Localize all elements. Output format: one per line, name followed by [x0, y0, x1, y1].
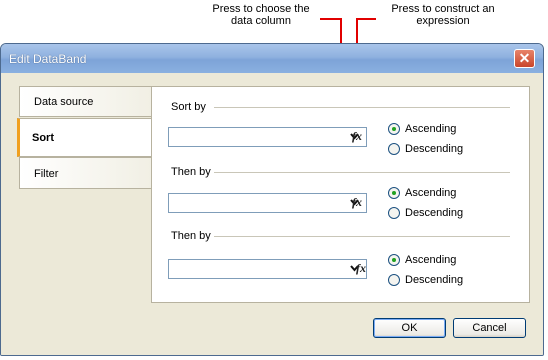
radio-button[interactable]	[388, 207, 400, 219]
radio-label: Descending	[405, 207, 464, 219]
then-by-label: Then by	[171, 166, 211, 178]
callout-data-column: Press to choose the data column	[196, 3, 326, 27]
expression-button[interactable]: fx	[351, 259, 371, 279]
then-by-label: Then by	[171, 230, 211, 242]
tab-label: Sort	[32, 132, 54, 144]
callout-connector	[320, 18, 342, 20]
close-button[interactable]: ✕	[514, 49, 535, 68]
then-by-combo[interactable]	[168, 259, 367, 279]
radio-button[interactable]	[388, 143, 400, 155]
group-divider	[214, 172, 510, 173]
radio-label: Descending	[405, 143, 464, 155]
close-icon: ✕	[518, 50, 531, 66]
callout-line-1: Press to choose the	[212, 3, 310, 15]
radio-selected-dot	[392, 258, 396, 262]
title-bar[interactable]: Edit DataBand ✕	[1, 44, 543, 73]
expression-button[interactable]: fx	[347, 127, 367, 147]
tab-label: Data source	[34, 96, 94, 108]
function-icon: fx	[352, 129, 362, 143]
callout-connector	[356, 18, 376, 20]
sort-by-combo[interactable]	[168, 127, 367, 147]
tab-sort[interactable]: Sort	[17, 118, 151, 157]
window-title: Edit DataBand	[9, 52, 87, 66]
radio-selected-dot	[392, 127, 396, 131]
group-divider	[214, 236, 510, 237]
radio-button[interactable]	[388, 123, 400, 135]
radio-button[interactable]	[388, 254, 400, 266]
expression-button[interactable]: fx	[347, 193, 367, 213]
radio-button[interactable]	[388, 274, 400, 286]
radio-label: Ascending	[405, 123, 457, 135]
function-icon: fx	[356, 261, 366, 275]
radio-label: Descending	[405, 274, 464, 286]
sort-by-label: Sort by	[171, 101, 206, 113]
then-by-combo[interactable]	[168, 193, 367, 213]
callout-line-2: expression	[416, 15, 470, 27]
radio-label: Ascending	[405, 254, 457, 266]
radio-label: Ascending	[405, 187, 457, 199]
callout-expression: Press to construct an expression	[378, 3, 508, 27]
callout-line-2: data column	[231, 15, 291, 27]
tab-label: Filter	[34, 168, 59, 180]
group-divider	[214, 107, 510, 108]
tab-filter[interactable]: Filter	[19, 157, 152, 189]
callout-line-1: Press to construct an	[391, 3, 495, 15]
radio-button[interactable]	[388, 187, 400, 199]
cancel-button[interactable]: Cancel	[453, 318, 526, 338]
radio-selected-dot	[392, 191, 396, 195]
function-icon: fx	[352, 195, 362, 209]
ok-button[interactable]: OK	[373, 318, 446, 338]
tab-data-source[interactable]: Data source	[19, 86, 152, 117]
